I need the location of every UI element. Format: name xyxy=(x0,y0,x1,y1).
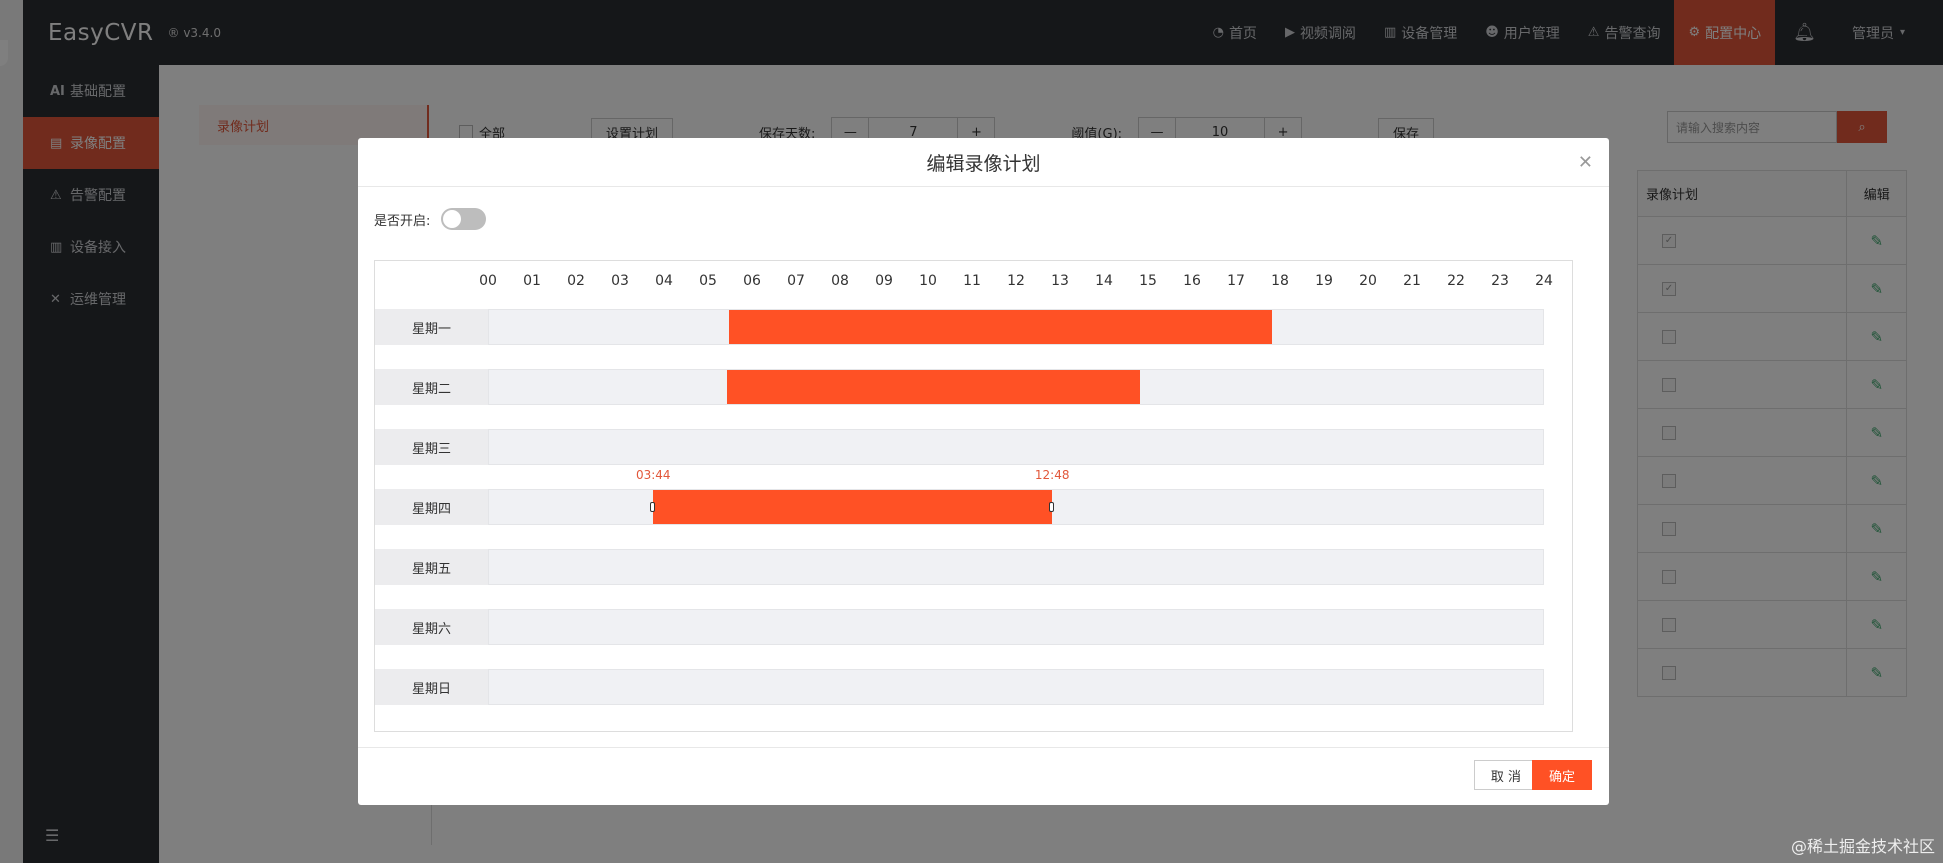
confirm-button[interactable]: 确定 xyxy=(1532,760,1592,790)
modal-footer: 取 消 确定 xyxy=(358,747,1609,805)
hour-label: 18 xyxy=(1271,273,1289,289)
hour-label: 12 xyxy=(1007,273,1025,289)
hour-label: 21 xyxy=(1403,273,1421,289)
hour-label: 07 xyxy=(787,273,805,289)
schedule-segment[interactable] xyxy=(653,490,1053,524)
hour-label: 11 xyxy=(963,273,981,289)
cancel-button[interactable]: 取 消 xyxy=(1474,760,1538,790)
resize-handle[interactable] xyxy=(1049,502,1055,512)
hour-label: 20 xyxy=(1359,273,1377,289)
hour-label: 16 xyxy=(1183,273,1201,289)
close-icon[interactable]: ✕ xyxy=(1578,152,1593,173)
day-track[interactable] xyxy=(488,669,1544,705)
hour-label: 09 xyxy=(875,273,893,289)
hour-label: 14 xyxy=(1095,273,1113,289)
segment-time-label: 03:44 xyxy=(635,468,671,482)
hour-label: 05 xyxy=(699,273,717,289)
day-row: 星期日 xyxy=(375,669,1545,705)
day-track[interactable] xyxy=(488,309,1544,345)
day-row: 星期二 xyxy=(375,369,1545,405)
day-label: 星期四 xyxy=(375,489,488,525)
day-row: 星期六 xyxy=(375,609,1545,645)
modal-title: 编辑录像计划 xyxy=(926,152,1041,175)
day-track[interactable]: 03:44 12:48 xyxy=(488,468,1544,525)
day-row: 星期五 xyxy=(375,549,1545,585)
hour-label: 01 xyxy=(523,273,541,289)
hour-label: 06 xyxy=(743,273,761,289)
modal-header: 编辑录像计划 ✕ xyxy=(358,138,1609,187)
hour-label: 24 xyxy=(1535,273,1553,289)
day-row: 星期一 xyxy=(375,309,1545,345)
day-label: 星期二 xyxy=(375,369,488,405)
enable-switch[interactable] xyxy=(441,208,487,230)
day-label: 星期五 xyxy=(375,549,488,585)
hour-label: 17 xyxy=(1227,273,1245,289)
hour-label: 03 xyxy=(611,273,629,289)
hour-label: 02 xyxy=(567,273,585,289)
segment-time-label: 12:48 xyxy=(1034,468,1070,482)
schedule-segment[interactable] xyxy=(728,310,1273,344)
enable-row: 是否开启: xyxy=(374,208,487,230)
day-track[interactable] xyxy=(488,609,1544,645)
day-track[interactable] xyxy=(488,369,1544,405)
hour-label: 15 xyxy=(1139,273,1157,289)
hour-label: 10 xyxy=(919,273,937,289)
schedule-grid: 00 01 02 03 04 05 06 07 08 09 10 11 12 13 14 15 16 17 18 19… xyxy=(374,260,1573,732)
hour-label: 22 xyxy=(1447,273,1465,289)
enable-label: 是否开启: xyxy=(374,213,431,229)
day-label: 星期日 xyxy=(375,669,488,705)
hour-label: 13 xyxy=(1051,273,1069,289)
edit-plan-modal: 编辑录像计划 ✕ 是否开启: 00 01 02 03 04 05 06 07 08 09 10 11 1… xyxy=(358,138,1609,805)
footer-watermark: @稀土掘金技术社区 xyxy=(1790,837,1935,856)
day-track[interactable] xyxy=(488,549,1544,585)
hour-labels: 00 01 02 03 04 05 06 07 08 09 10 11 12 13 14 15 16 17 18 19… xyxy=(479,273,1553,291)
resize-handle[interactable] xyxy=(650,502,656,512)
switch-knob xyxy=(443,210,462,228)
hour-label: 04 xyxy=(655,273,673,289)
day-label: 星期三 xyxy=(375,429,488,465)
day-label: 星期一 xyxy=(375,309,488,345)
day-row: 星期三 xyxy=(375,429,1545,465)
hour-label: 00 xyxy=(479,273,497,289)
day-row: 星期四 03:44 12:48 xyxy=(375,468,1545,525)
hour-label: 08 xyxy=(831,273,849,289)
hour-label: 23 xyxy=(1491,273,1509,289)
schedule-segment[interactable] xyxy=(726,370,1141,404)
hour-label: 19 xyxy=(1315,273,1333,289)
day-label: 星期六 xyxy=(375,609,488,645)
day-track[interactable] xyxy=(488,429,1544,465)
